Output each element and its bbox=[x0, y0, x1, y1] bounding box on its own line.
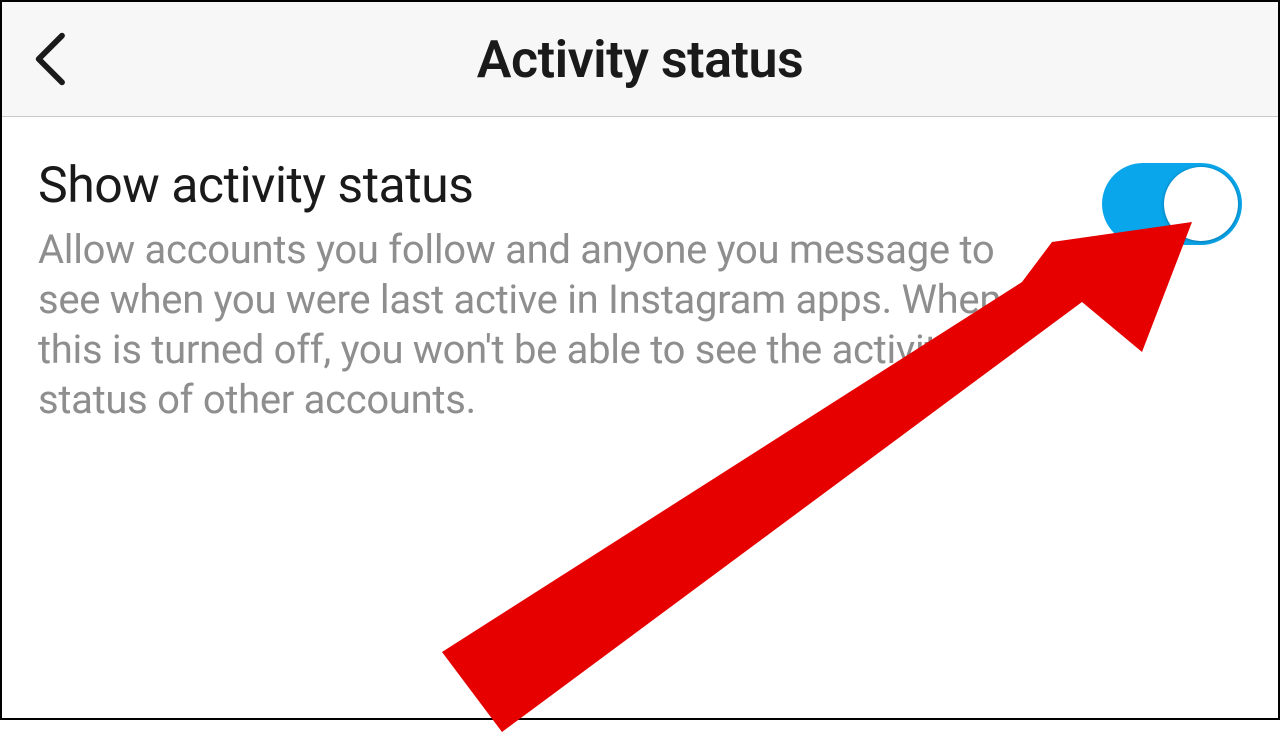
setting-text-block: Show activity status Allow accounts you … bbox=[38, 157, 1102, 425]
setting-description: Allow accounts you follow and anyone you… bbox=[38, 225, 1062, 425]
toggle-knob bbox=[1164, 167, 1238, 241]
content-area: Show activity status Allow accounts you … bbox=[2, 117, 1278, 425]
setting-title: Show activity status bbox=[38, 157, 1062, 215]
chevron-left-icon bbox=[32, 32, 72, 87]
back-button[interactable] bbox=[32, 32, 72, 87]
show-activity-status-toggle[interactable] bbox=[1102, 163, 1242, 245]
page-title: Activity status bbox=[2, 29, 1278, 90]
header-bar: Activity status bbox=[2, 2, 1278, 117]
setting-row: Show activity status Allow accounts you … bbox=[38, 157, 1242, 425]
